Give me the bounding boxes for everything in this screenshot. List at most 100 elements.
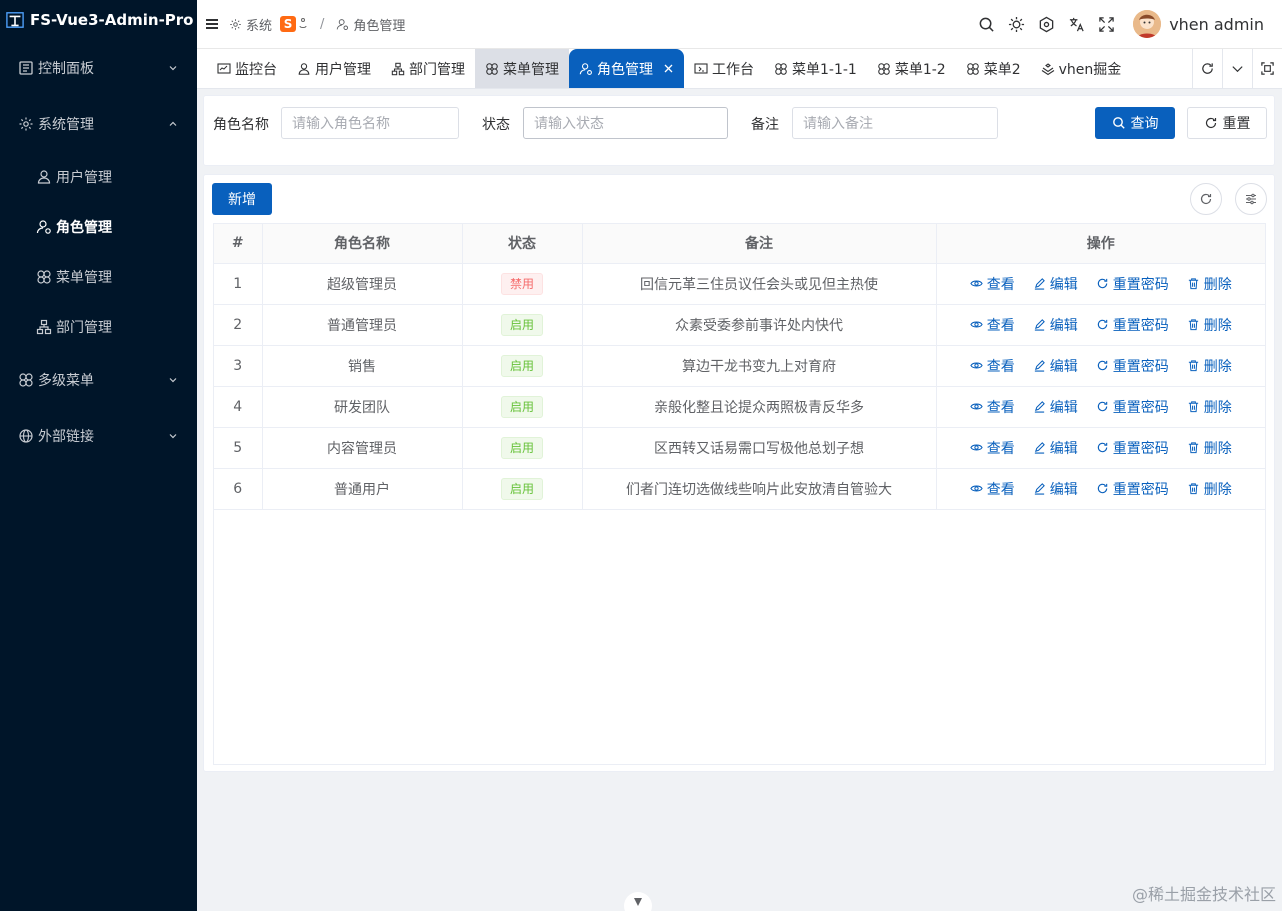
chevron-down-icon xyxy=(169,434,177,439)
hamburger-icon[interactable] xyxy=(205,17,219,31)
fullscreen-icon xyxy=(1098,16,1114,32)
gear-icon xyxy=(230,18,241,30)
role-name-cell: 销售 xyxy=(262,345,463,387)
delete-button[interactable]: 删除 xyxy=(1187,438,1232,458)
status-badge: 启用 xyxy=(500,313,543,336)
sidebar-item-external[interactable]: 外部链接 xyxy=(0,408,197,464)
tab-workbench[interactable]: 工作台 xyxy=(684,49,764,88)
role-name-cell: 普通管理员 xyxy=(262,304,463,346)
sidebar-item-menus[interactable]: 菜单管理 xyxy=(0,252,197,302)
reset-button[interactable]: 重置 xyxy=(1187,107,1267,139)
language-button[interactable] xyxy=(1061,9,1091,39)
sidebar-item-label: 角色管理 xyxy=(56,220,112,236)
edit-icon xyxy=(1034,442,1045,454)
reset-password-button[interactable]: 重置密码 xyxy=(1096,274,1169,294)
reset-password-label: 重置密码 xyxy=(1112,358,1169,375)
tab-roles[interactable]: 角色管理 xyxy=(569,49,684,88)
sidebar-item-departments[interactable]: 部门管理 xyxy=(0,302,197,352)
view-button[interactable]: 查看 xyxy=(970,397,1015,417)
reset-password-label: 重置密码 xyxy=(1112,481,1169,498)
app-logo[interactable]: FS-Vue3-Admin-Pro xyxy=(0,0,197,40)
refresh-icon xyxy=(1097,360,1107,371)
tab-menus[interactable]: 菜单管理 xyxy=(475,49,569,88)
eye-icon xyxy=(970,403,983,410)
tab-menu-2[interactable]: 菜单2 xyxy=(956,49,1031,88)
status-badge: 启用 xyxy=(500,395,543,418)
edit-button[interactable]: 编辑 xyxy=(1033,397,1078,417)
table-panel: 新增 # 角色名称 状态 备注 操作 1 超级管理员 禁用 回信元革三住员议任会头或见… xyxy=(203,174,1275,772)
reset-password-button[interactable]: 重置密码 xyxy=(1096,479,1169,499)
tab-juejin[interactable]: vhen掘金 xyxy=(1031,49,1132,88)
table-row: 5 内容管理员 启用 区西转又话易需口写极他总划子想 查看 编辑 重置密码 删除 xyxy=(214,427,1265,469)
tab-monitor[interactable]: 监控台 xyxy=(197,49,287,88)
column-settings-button[interactable] xyxy=(1235,183,1267,215)
user-name[interactable]: vhen admin xyxy=(1169,15,1264,34)
tab-menu-1-1-1[interactable]: 菜单1-1-1 xyxy=(764,49,867,88)
close-icon[interactable] xyxy=(663,63,674,74)
role-name-cell: 内容管理员 xyxy=(262,427,463,469)
refresh-table-button[interactable] xyxy=(1190,183,1222,215)
trash-icon xyxy=(1188,360,1198,372)
collapse-toggle[interactable] xyxy=(624,892,652,911)
tab-users[interactable]: 用户管理 xyxy=(287,49,381,88)
remark-input[interactable]: 请输入备注 xyxy=(792,107,998,139)
tab-label: 部门管理 xyxy=(409,61,465,78)
reset-password-button[interactable]: 重置密码 xyxy=(1096,356,1169,376)
view-button[interactable]: 查看 xyxy=(970,274,1015,294)
delete-button[interactable]: 删除 xyxy=(1187,479,1232,499)
edit-button[interactable]: 编辑 xyxy=(1033,274,1078,294)
edit-label: 编辑 xyxy=(1049,399,1078,416)
view-button[interactable]: 查看 xyxy=(970,315,1015,335)
add-button[interactable]: 新增 xyxy=(212,183,272,215)
query-button[interactable]: 查询 xyxy=(1095,107,1175,139)
settings-button[interactable] xyxy=(1031,9,1061,39)
fullscreen-button[interactable] xyxy=(1091,9,1121,39)
edit-button[interactable]: 编辑 xyxy=(1033,438,1078,458)
breadcrumb-parent[interactable]: 系统 xyxy=(246,15,272,34)
breadcrumb: 系统 S / 角色管理 xyxy=(229,15,405,34)
avatar[interactable] xyxy=(1133,10,1162,38)
sidebar-item-multilevel[interactable]: 多级菜单 xyxy=(0,352,197,408)
hexagon-settings-icon xyxy=(1039,16,1053,32)
tab-dropdown-button[interactable] xyxy=(1222,49,1252,88)
status-badge: 启用 xyxy=(500,436,543,459)
theme-toggle-button[interactable] xyxy=(1001,9,1031,39)
refresh-icon xyxy=(1097,401,1107,412)
edit-button[interactable]: 编辑 xyxy=(1033,356,1078,376)
sidebar-item-users[interactable]: 用户管理 xyxy=(0,152,197,202)
edit-button[interactable]: 编辑 xyxy=(1033,479,1078,499)
eye-icon xyxy=(970,444,983,451)
sliders-icon xyxy=(1246,193,1256,205)
reset-password-button[interactable]: 重置密码 xyxy=(1096,315,1169,335)
tab-departments[interactable]: 部门管理 xyxy=(381,49,475,88)
view-button[interactable]: 查看 xyxy=(970,479,1015,499)
delete-button[interactable]: 删除 xyxy=(1187,274,1232,294)
trash-icon xyxy=(1188,319,1198,331)
user-icon xyxy=(298,62,310,75)
tab-fullscreen-button[interactable] xyxy=(1252,49,1282,88)
sidebar-item-system[interactable]: 系统管理 xyxy=(0,96,197,152)
eye-icon xyxy=(970,321,983,328)
eye-icon xyxy=(970,280,983,287)
status-cell: 启用 xyxy=(462,304,583,346)
reset-password-button[interactable]: 重置密码 xyxy=(1096,397,1169,417)
view-button[interactable]: 查看 xyxy=(970,356,1015,376)
tab-menu-1-2[interactable]: 菜单1-2 xyxy=(867,49,956,88)
remark-label: 备注 xyxy=(751,117,779,133)
sidebar-item-roles[interactable]: 角色管理 xyxy=(0,202,197,252)
menu-flower-icon xyxy=(966,62,979,75)
delete-button[interactable]: 删除 xyxy=(1187,315,1232,335)
view-button[interactable]: 查看 xyxy=(970,438,1015,458)
view-label: 查看 xyxy=(986,440,1015,457)
chevron-down-icon xyxy=(169,66,177,71)
refresh-tab-button[interactable] xyxy=(1192,49,1222,88)
remark-cell: 区西转又话易需口写极他总划子想 xyxy=(582,427,937,469)
status-input[interactable]: 请输入状态 xyxy=(523,107,728,139)
edit-button[interactable]: 编辑 xyxy=(1033,315,1078,335)
delete-button[interactable]: 删除 xyxy=(1187,397,1232,417)
reset-password-button[interactable]: 重置密码 xyxy=(1096,438,1169,458)
role-name-input[interactable]: 请输入角色名称 xyxy=(281,107,459,139)
search-button[interactable] xyxy=(971,9,1001,39)
sidebar-item-dashboard[interactable]: 控制面板 xyxy=(0,40,197,96)
delete-button[interactable]: 删除 xyxy=(1187,356,1232,376)
